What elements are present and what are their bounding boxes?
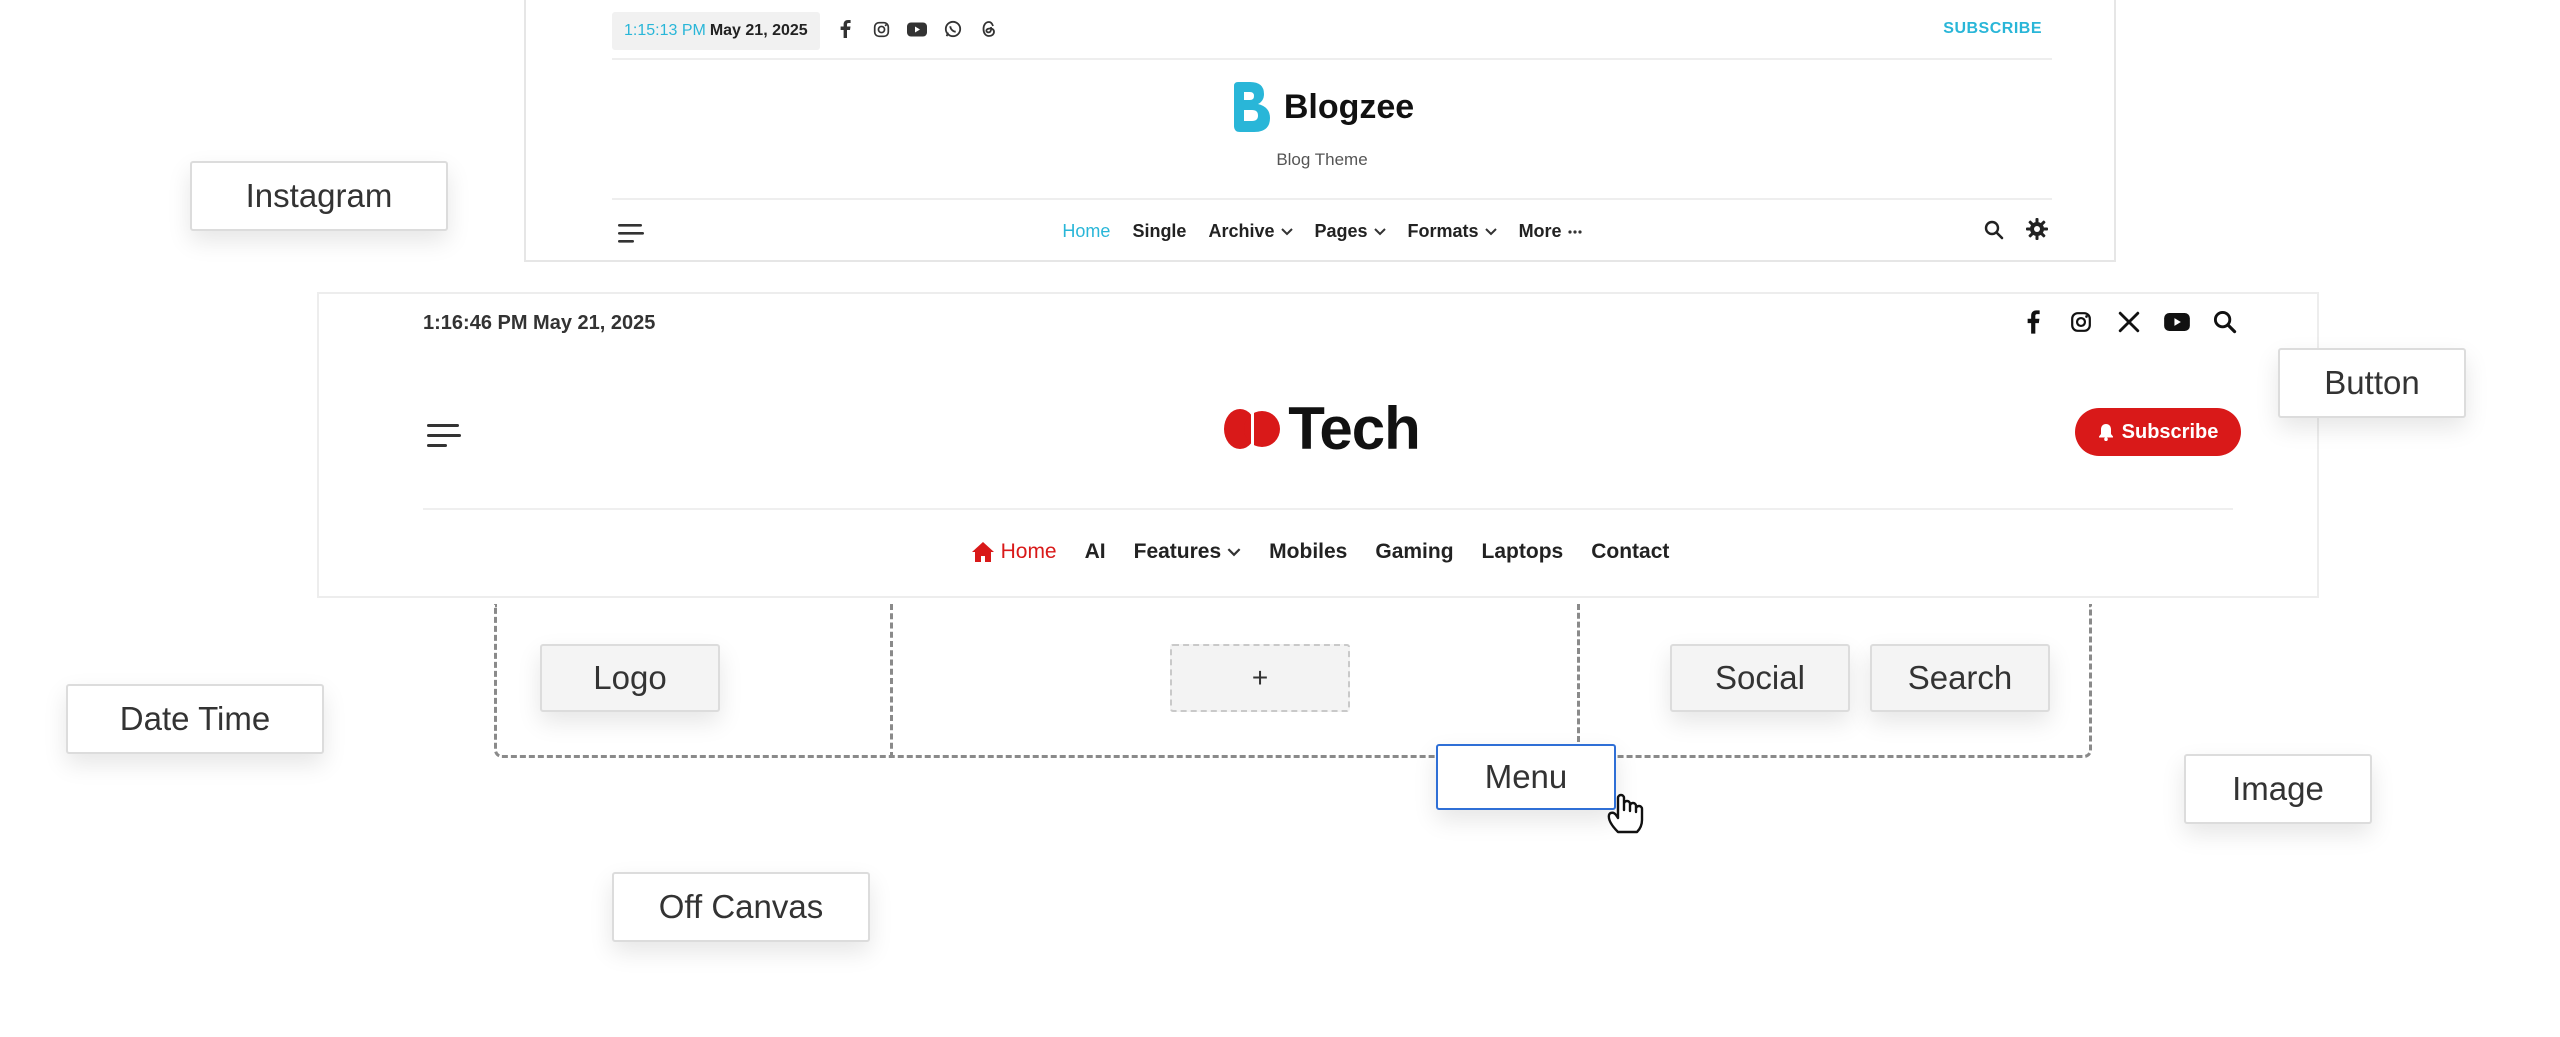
home-icon xyxy=(971,542,994,562)
subscribe-button[interactable]: Subscribe xyxy=(2075,408,2241,456)
nav-label: Laptops xyxy=(1481,540,1564,563)
widget-label: Button xyxy=(2324,364,2420,401)
blogzee-logo-icon xyxy=(1233,82,1270,132)
threads-icon[interactable] xyxy=(978,18,1000,40)
social-widget[interactable]: Social xyxy=(1670,644,1850,712)
tech-nav-home[interactable]: Home xyxy=(971,540,1057,564)
x-icon[interactable] xyxy=(2115,308,2143,336)
search-icon[interactable] xyxy=(2211,308,2239,336)
add-widget-button[interactable]: + xyxy=(1170,644,1350,712)
blogzee-tagline: Blog Theme xyxy=(1276,150,1368,169)
tech-site-title: Tech xyxy=(1288,395,1421,462)
nav-label: Home xyxy=(1062,221,1111,241)
tech-nav: Home AI Features Mobiles Gaming Laptops … xyxy=(319,540,2321,564)
tech-nav-features[interactable]: Features xyxy=(1134,540,1242,564)
widget-label: Date Time xyxy=(119,700,271,737)
nav-label: Features xyxy=(1133,540,1222,563)
blogzee-nav-single[interactable]: Single xyxy=(1132,221,1186,242)
subscribe-label: Subscribe xyxy=(2121,420,2219,443)
bell-icon xyxy=(2098,424,2113,441)
builder-column-divider xyxy=(1577,604,1580,742)
blogzee-nav: Home Single Archive Pages Formats More xyxy=(526,221,2118,242)
logo-widget[interactable]: Logo xyxy=(540,644,720,712)
blogzee-datetime: 1:15:13 PM May 21, 2025 xyxy=(612,12,820,50)
nav-label: Contact xyxy=(1591,540,1670,563)
blogzee-logo[interactable]: Blogzee xyxy=(526,82,2118,132)
nav-label: AI xyxy=(1084,540,1106,563)
chevron-down-icon xyxy=(1484,227,1497,235)
tech-nav-gaming[interactable]: Gaming xyxy=(1375,540,1453,564)
hand-cursor-icon xyxy=(1604,788,1648,841)
blogzee-nav-pages[interactable]: Pages xyxy=(1315,221,1386,242)
tech-logo-icon xyxy=(1224,406,1281,451)
blogzee-nav-more[interactable]: More xyxy=(1519,221,1582,242)
blogzee-time: 1:15:13 PM xyxy=(624,22,706,39)
nav-label: Single xyxy=(1132,221,1187,241)
tech-nav-contact[interactable]: Contact xyxy=(1591,540,1669,564)
widget-label: Off Canvas xyxy=(658,888,824,925)
blogzee-nav-formats[interactable]: Formats xyxy=(1408,221,1497,242)
chevron-down-icon xyxy=(1373,227,1386,235)
date-time-widget[interactable]: Date Time xyxy=(66,684,324,754)
youtube-icon[interactable] xyxy=(906,18,928,40)
nav-label: Archive xyxy=(1208,221,1275,241)
nav-label: Formats xyxy=(1407,221,1479,241)
youtube-icon[interactable] xyxy=(2163,308,2191,336)
widget-label: Search xyxy=(1907,659,2013,696)
nav-label: Mobiles xyxy=(1269,540,1348,563)
search-widget[interactable]: Search xyxy=(1870,644,2050,712)
widget-label: Menu xyxy=(1484,758,1568,795)
nav-label: Gaming xyxy=(1375,540,1454,563)
blogzee-date: May 21, 2025 xyxy=(709,22,808,39)
blogzee-topbar: 1:15:13 PM May 21, 2025 SUBSCRIBE xyxy=(612,10,2052,60)
widget-label: Social xyxy=(1715,659,1805,696)
image-widget[interactable]: Image xyxy=(2184,754,2372,824)
instagram-icon[interactable] xyxy=(2067,308,2095,336)
nav-label: Home xyxy=(1000,540,1057,563)
tech-header-preview: 1:16:46 PM May 21, 2025 Tech Subscribe H… xyxy=(317,292,2319,598)
widget-label: Logo xyxy=(593,659,667,696)
button-widget[interactable]: Button xyxy=(2278,348,2466,418)
whatsapp-icon[interactable] xyxy=(942,18,964,40)
blogzee-nav-home[interactable]: Home xyxy=(1062,221,1110,242)
tech-datetime: 1:16:46 PM May 21, 2025 xyxy=(423,312,656,334)
tech-nav-laptops[interactable]: Laptops xyxy=(1482,540,1564,564)
facebook-icon[interactable] xyxy=(2019,308,2047,336)
tech-header-icons xyxy=(2019,308,2239,336)
tech-nav-mobiles[interactable]: Mobiles xyxy=(1269,540,1347,564)
blogzee-social-icons xyxy=(834,18,1000,40)
tech-nav-ai[interactable]: AI xyxy=(1085,540,1106,564)
chevron-down-icon xyxy=(1280,227,1293,235)
blogzee-nav-archive[interactable]: Archive xyxy=(1208,221,1293,242)
blogzee-site-title: Blogzee xyxy=(1283,87,1415,126)
blogzee-divider xyxy=(612,198,2052,200)
chevron-down-icon xyxy=(1227,547,1241,556)
menu-widget-dragging[interactable]: Menu xyxy=(1436,744,1616,810)
blogzee-header-preview: 1:15:13 PM May 21, 2025 SUBSCRIBE Blogze… xyxy=(524,0,2116,262)
off-canvas-widget[interactable]: Off Canvas xyxy=(612,872,870,942)
facebook-icon[interactable] xyxy=(834,18,856,40)
builder-column-divider xyxy=(890,604,893,758)
nav-label: More xyxy=(1518,221,1562,241)
widget-label: Instagram xyxy=(245,177,393,214)
nav-label: Pages xyxy=(1314,221,1368,241)
blogzee-subscribe-link[interactable]: SUBSCRIBE xyxy=(1943,20,2042,38)
more-dots-icon xyxy=(1567,229,1582,234)
instagram-icon[interactable] xyxy=(870,18,892,40)
gear-icon[interactable] xyxy=(2026,218,2048,245)
widget-label: Image xyxy=(2232,770,2324,807)
tech-divider xyxy=(423,508,2233,510)
instagram-widget[interactable]: Instagram xyxy=(190,161,448,231)
tech-logo[interactable]: Tech xyxy=(319,394,2321,463)
search-icon[interactable] xyxy=(1984,220,2004,245)
plus-label: + xyxy=(1251,662,1269,693)
